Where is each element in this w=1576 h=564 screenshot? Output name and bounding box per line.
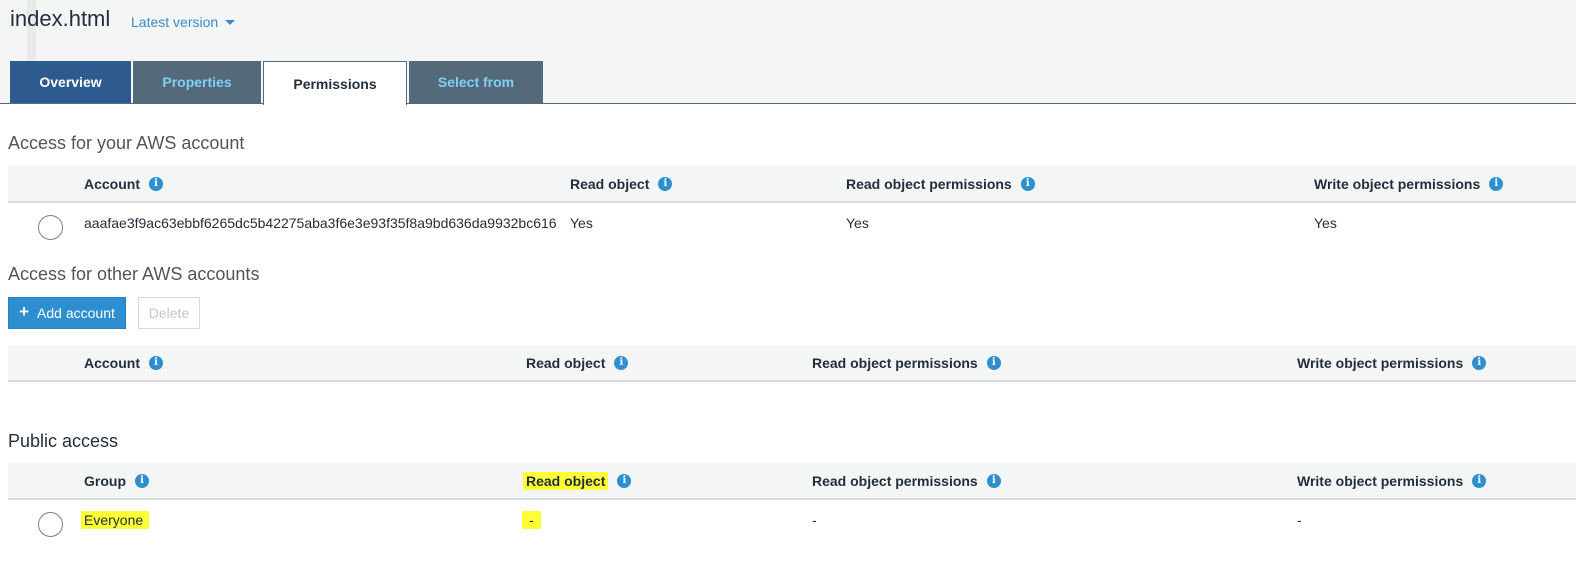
add-account-button[interactable]: + Add account bbox=[8, 297, 126, 329]
column-account: Account i bbox=[84, 166, 163, 201]
write-object-permissions-value: Yes bbox=[1314, 215, 1337, 231]
column-read-object: Read object i bbox=[526, 345, 629, 380]
info-icon[interactable]: i bbox=[149, 176, 163, 191]
info-icon[interactable]: i bbox=[986, 355, 1001, 370]
table-row: aaafae3f9ac63ebbf6265dc5b42275aba3f6e3e9… bbox=[8, 203, 1576, 243]
column-read-object-permissions: Read object permissions i bbox=[846, 166, 1035, 201]
info-icon[interactable]: i bbox=[1020, 176, 1035, 191]
info-icon[interactable]: i bbox=[658, 176, 673, 191]
own-account-section-title: Access for your AWS account bbox=[8, 133, 245, 153]
column-read-object: Read object i bbox=[570, 166, 673, 201]
info-icon[interactable]: i bbox=[1472, 473, 1487, 488]
info-icon[interactable]: i bbox=[614, 355, 629, 370]
info-icon[interactable]: i bbox=[149, 355, 163, 370]
read-object-permissions-value: Yes bbox=[846, 215, 869, 231]
caret-down-icon bbox=[225, 19, 236, 25]
own-account-table-header: Account i Read object i Read object permis… bbox=[8, 166, 1576, 203]
info-icon[interactable]: i bbox=[617, 473, 632, 488]
column-write-object-permissions: Write object permissions i bbox=[1314, 166, 1504, 201]
write-object-permissions-value: - bbox=[1297, 512, 1302, 528]
info-icon[interactable]: i bbox=[986, 473, 1001, 488]
delete-button[interactable]: Delete bbox=[138, 297, 200, 329]
tab-overview[interactable]: Overview bbox=[10, 61, 131, 103]
read-object-value: Yes bbox=[570, 215, 593, 231]
column-group: Group i bbox=[84, 463, 149, 498]
column-read-object-permissions: Read object permissions i bbox=[812, 463, 1001, 498]
tab-select-from[interactable]: Select from bbox=[409, 61, 543, 103]
column-account: Account i bbox=[84, 345, 163, 380]
other-accounts-section-title: Access for other AWS accounts bbox=[8, 264, 260, 284]
version-label: Latest version bbox=[131, 14, 219, 30]
read-object-permissions-value: - bbox=[812, 512, 817, 528]
column-write-object-permissions: Write object permissions i bbox=[1297, 463, 1487, 498]
info-icon[interactable]: i bbox=[135, 473, 149, 488]
row-select-radio[interactable] bbox=[38, 215, 63, 240]
tab-properties[interactable]: Properties bbox=[133, 61, 261, 103]
column-write-object-permissions: Write object permissions i bbox=[1297, 345, 1487, 380]
version-dropdown[interactable]: Latest version bbox=[131, 14, 236, 30]
column-read-object: Read object i bbox=[523, 463, 632, 498]
group-name: Everyone bbox=[81, 500, 150, 540]
object-header: index.html Latest version Overview Prope… bbox=[0, 0, 1576, 105]
plus-icon: + bbox=[19, 302, 30, 321]
table-row: Everyone - - - bbox=[8, 500, 1576, 540]
account-id: aaafae3f9ac63ebbf6265dc5b42275aba3f6e3e9… bbox=[84, 215, 557, 231]
other-accounts-table-header: Account i Read object i Read object permis… bbox=[8, 345, 1576, 382]
public-access-section-title: Public access bbox=[8, 431, 119, 451]
row-select-radio[interactable] bbox=[38, 512, 63, 537]
read-object-value: - bbox=[522, 500, 541, 540]
public-access-table-header: Group i Read object i Read object permissi… bbox=[8, 463, 1576, 500]
column-read-object-permissions: Read object permissions i bbox=[812, 345, 1001, 380]
info-icon[interactable]: i bbox=[1472, 355, 1487, 370]
object-title: index.html bbox=[10, 6, 111, 31]
info-icon[interactable]: i bbox=[1489, 176, 1504, 191]
tab-permissions[interactable]: Permissions bbox=[263, 61, 407, 105]
